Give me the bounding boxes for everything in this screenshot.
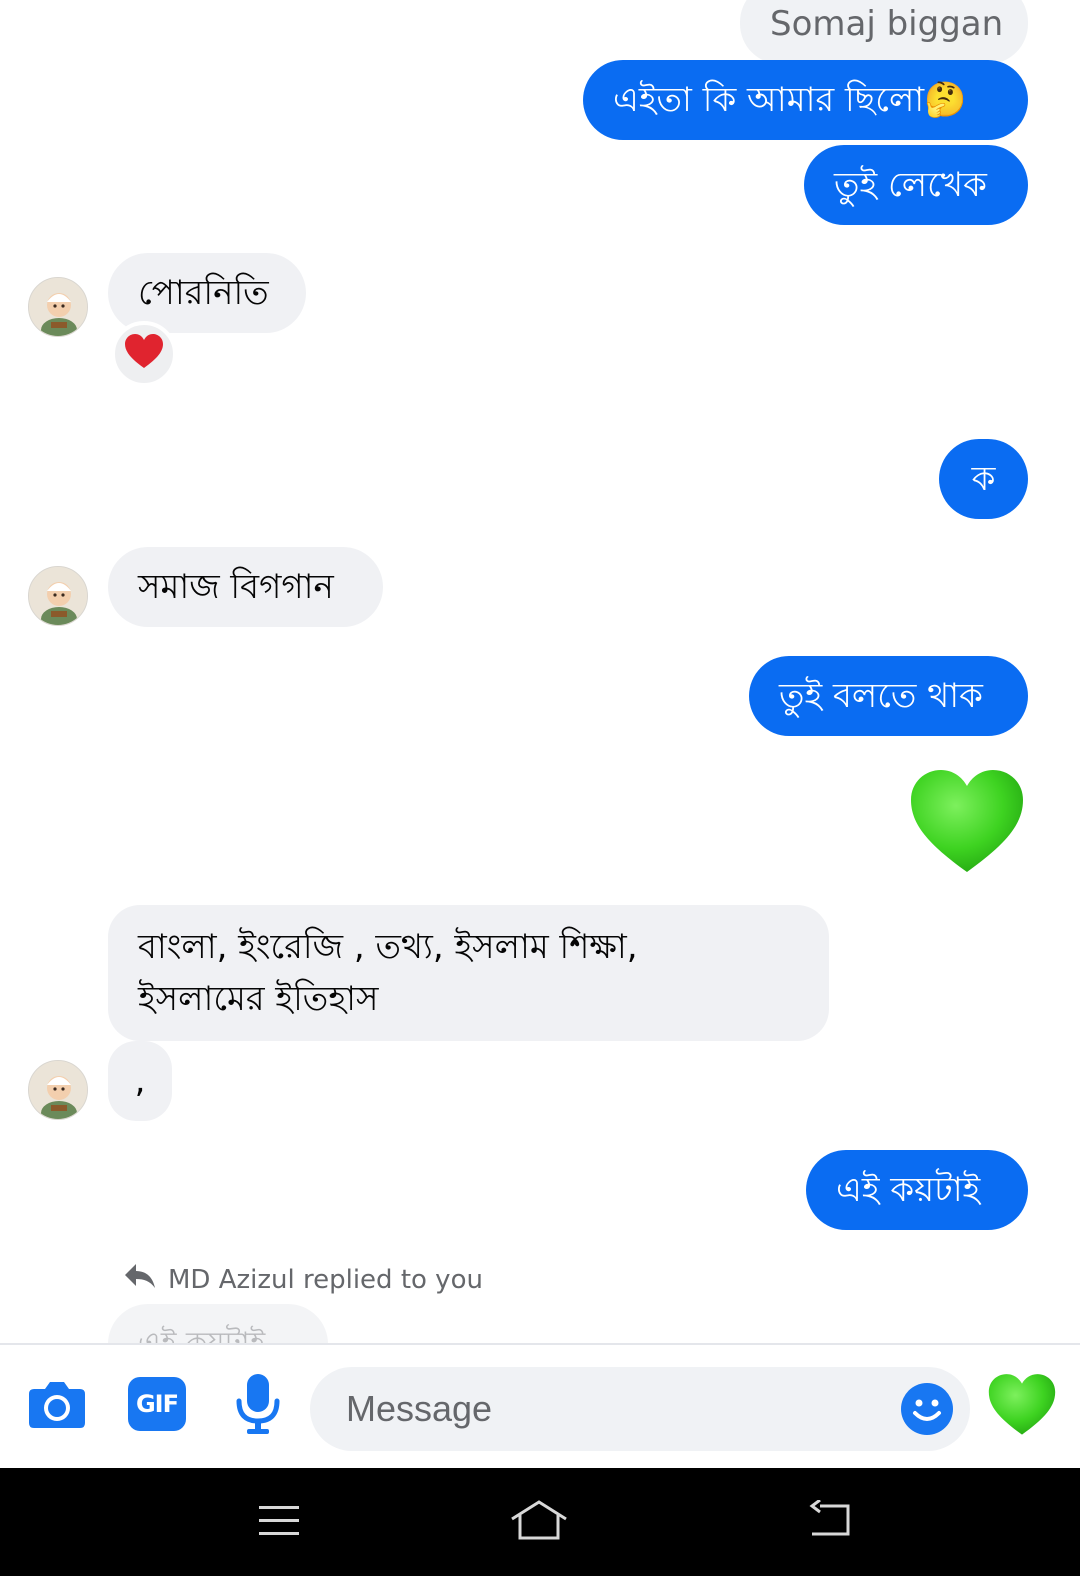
message-input[interactable]	[346, 1367, 886, 1451]
message-text: তুই লেখেক	[834, 165, 987, 205]
message-composer: GIF	[0, 1343, 1080, 1468]
home-button[interactable]	[504, 1494, 574, 1550]
message-bubble-incoming[interactable]: বাংলা, ইংরেজি , তথ্য, ইসলাম শিক্ষা, ইসলা…	[108, 905, 829, 1041]
sender-avatar[interactable]	[28, 566, 88, 626]
message-bubble-outgoing[interactable]: ক	[939, 439, 1028, 519]
messenger-chat-screen: Somaj biggan এইতা কি আমার ছিলো🤔 তুই লেখে…	[0, 0, 1080, 1576]
emoji-button[interactable]	[900, 1382, 954, 1436]
green-heart-sticker-message[interactable]	[908, 768, 1026, 876]
message-bubble-outgoing[interactable]: এইতা কি আমার ছিলো🤔	[583, 60, 1028, 140]
camera-button[interactable]	[26, 1375, 88, 1437]
message-bubble-incoming[interactable]: সমাজ বিগগান	[108, 547, 383, 627]
message-text: ক	[971, 459, 996, 499]
emoji-icon	[900, 1383, 954, 1440]
message-bubble-incoming[interactable]: ,	[108, 1041, 172, 1121]
gif-button[interactable]: GIF	[128, 1375, 186, 1433]
home-icon	[509, 1499, 569, 1545]
message-text: ,	[134, 1061, 146, 1101]
message-input-container[interactable]	[310, 1367, 970, 1451]
system-navigation-bar	[0, 1468, 1080, 1576]
message-text: এইতা কি আমার ছিলো🤔	[613, 80, 967, 120]
message-bubble-outgoing[interactable]: তুই লেখেক	[804, 145, 1028, 225]
back-button[interactable]	[794, 1494, 864, 1550]
gif-icon: GIF	[128, 1377, 186, 1431]
voice-record-button[interactable]	[230, 1373, 286, 1439]
camera-icon	[28, 1379, 86, 1433]
reply-arrow-icon	[124, 1262, 156, 1297]
message-text-line: ইসলামের ইতিহাস	[138, 979, 379, 1019]
message-bubble-outgoing[interactable]: তুই বলতে থাক	[749, 656, 1028, 736]
green-heart-icon	[987, 1373, 1057, 1441]
sender-avatar[interactable]	[28, 1060, 88, 1120]
message-text: এই কয়টাই	[836, 1170, 981, 1210]
message-bubble-outgoing[interactable]: এই কয়টাই	[806, 1150, 1028, 1230]
send-like-button[interactable]	[986, 1373, 1058, 1441]
message-text: Somaj biggan	[770, 4, 1004, 44]
message-reaction[interactable]	[111, 321, 177, 387]
back-icon	[806, 1498, 852, 1544]
message-bubble-outgoing-reply[interactable]: Somaj biggan	[740, 0, 1028, 64]
recent-apps-button[interactable]	[244, 1494, 314, 1550]
green-heart-icon	[908, 770, 1026, 880]
menu-icon	[257, 1502, 301, 1542]
red-heart-icon	[124, 334, 164, 374]
reply-notice: MD Azizul replied to you	[124, 1262, 483, 1297]
sender-avatar[interactable]	[28, 277, 88, 337]
message-text-line: বাংলা, ইংরেজি , তথ্য, ইসলাম শিক্ষা,	[138, 927, 638, 967]
reply-notice-text: MD Azizul replied to you	[168, 1264, 483, 1295]
message-text: সমাজ বিগগান	[138, 567, 334, 607]
gif-label: GIF	[135, 1390, 179, 1418]
message-text: পোরনিতি	[138, 273, 269, 313]
message-thread[interactable]: Somaj biggan এইতা কি আমার ছিলো🤔 তুই লেখে…	[0, 0, 1080, 1350]
message-text: তুই বলতে থাক	[779, 676, 983, 716]
microphone-icon	[235, 1373, 281, 1439]
